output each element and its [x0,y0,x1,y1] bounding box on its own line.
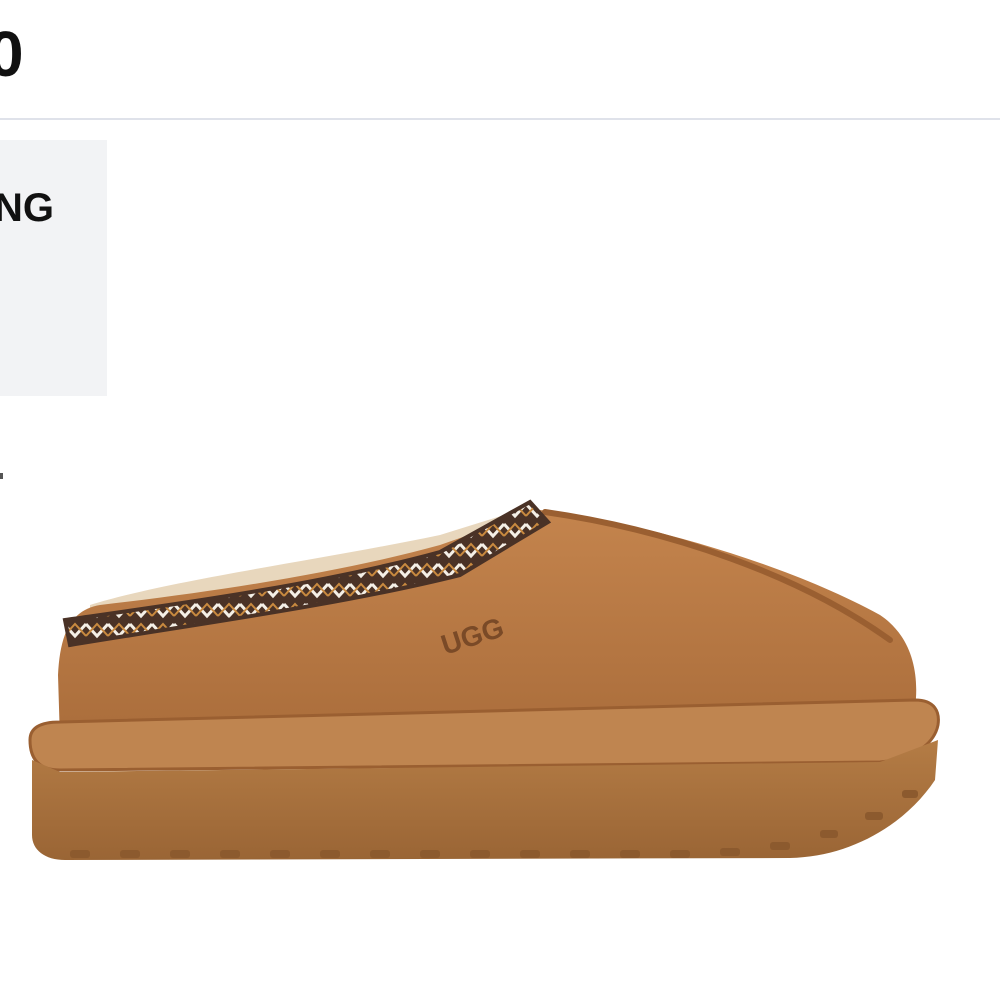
info-card-text: NG [0,186,54,230]
product-image[interactable]: UGG [20,440,960,880]
product-page: 0 NG UGG [0,0,1000,1000]
info-card[interactable]: NG [0,140,107,479]
info-card-mark [0,473,3,479]
header-divider [0,118,1000,120]
slipper-product-image: UGG [28,499,940,860]
header-value-fragment: 0 [0,18,24,90]
